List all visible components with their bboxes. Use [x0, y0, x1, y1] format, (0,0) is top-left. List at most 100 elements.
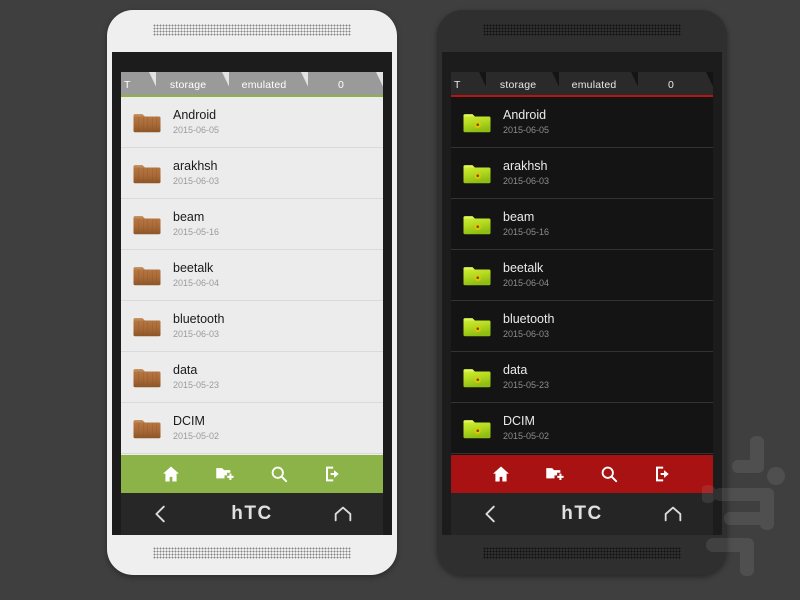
- bottom-speaker-grille: [483, 547, 681, 559]
- earpiece-speaker-grille: [483, 24, 681, 36]
- breadcrumb-item-storage[interactable]: storage: [485, 72, 565, 97]
- breadcrumb-item-emulated[interactable]: emulated: [229, 72, 313, 97]
- file-name: beetalk: [173, 261, 214, 276]
- file-list-item[interactable]: bluetooth 2015-06-03: [451, 301, 713, 352]
- htc-navigation-bar[interactable]: hTC: [121, 493, 383, 535]
- back-chevron-icon[interactable]: [480, 503, 502, 525]
- wooden-folder-icon: [132, 212, 162, 237]
- file-date: 2015-05-16: [173, 227, 220, 238]
- green-folder-icon: [462, 314, 492, 339]
- file-list-item[interactable]: DCIM 2015-05-02: [121, 403, 383, 454]
- exit-icon[interactable]: [653, 464, 673, 484]
- new-folder-icon[interactable]: [215, 464, 235, 484]
- file-name: arakhsh: [173, 159, 218, 174]
- file-date: 2015-05-02: [173, 431, 220, 442]
- file-date: 2015-06-04: [503, 278, 550, 289]
- app-viewport: T storage emulated 0 Android 2015-06-05 …: [121, 72, 383, 493]
- file-list-item[interactable]: beam 2015-05-16: [451, 199, 713, 250]
- file-meta: beetalk 2015-06-04: [503, 261, 549, 288]
- breadcrumb-item-0[interactable]: 0: [307, 72, 383, 97]
- exit-icon[interactable]: [323, 464, 343, 484]
- home-outline-icon[interactable]: [332, 503, 354, 525]
- file-list-item[interactable]: Android 2015-06-05: [451, 97, 713, 148]
- file-name: beam: [173, 210, 205, 225]
- file-date: 2015-06-04: [173, 278, 220, 289]
- file-name: data: [503, 363, 528, 378]
- bottom-speaker-grille: [153, 547, 351, 559]
- search-icon[interactable]: [599, 464, 619, 484]
- file-meta: DCIM 2015-05-02: [173, 414, 219, 441]
- file-meta: Android 2015-06-05: [173, 108, 219, 135]
- wooden-folder-icon: [132, 263, 162, 288]
- phone-screen: T storage emulated 0 Android 2015-06-05 …: [112, 52, 392, 535]
- wooden-folder-icon: [132, 110, 162, 135]
- breadcrumb-label: 0: [667, 78, 674, 91]
- search-icon[interactable]: [269, 464, 289, 484]
- green-folder-icon: [462, 416, 492, 441]
- file-list-item[interactable]: bluetooth 2015-06-03: [121, 301, 383, 352]
- file-list-item[interactable]: data 2015-05-23: [121, 352, 383, 403]
- file-date: 2015-06-05: [173, 125, 220, 136]
- file-list-item[interactable]: beam 2015-05-16: [121, 199, 383, 250]
- file-meta: beam 2015-05-16: [173, 210, 219, 237]
- breadcrumb[interactable]: T storage emulated 0: [451, 72, 713, 97]
- file-name: DCIM: [503, 414, 535, 429]
- breadcrumb-item-0[interactable]: 0: [637, 72, 713, 97]
- file-list-item[interactable]: beetalk 2015-06-04: [451, 250, 713, 301]
- file-list-item[interactable]: DCIM 2015-05-02: [451, 403, 713, 454]
- breadcrumb-label: emulated: [571, 78, 617, 91]
- app-toolbar: [451, 455, 713, 493]
- file-date: 2015-06-03: [173, 176, 220, 187]
- file-name: Android: [173, 108, 217, 123]
- app-viewport: T storage emulated 0 Android 2015-06-05: [451, 72, 713, 493]
- breadcrumb-label: T: [124, 78, 131, 91]
- file-date: 2015-05-02: [503, 431, 550, 442]
- new-folder-icon[interactable]: [545, 464, 565, 484]
- file-meta: data 2015-05-23: [503, 363, 549, 390]
- wooden-folder-icon: [132, 416, 162, 441]
- breadcrumb-label: storage: [169, 78, 207, 91]
- breadcrumb-accent-rule: [451, 95, 713, 97]
- file-name: bluetooth: [503, 312, 555, 327]
- file-name: Android: [503, 108, 547, 123]
- earpiece-speaker-grille: [153, 24, 351, 36]
- home-outline-icon[interactable]: [662, 503, 684, 525]
- home-icon[interactable]: [491, 464, 511, 484]
- file-meta: data 2015-05-23: [173, 363, 219, 390]
- breadcrumb-label: T: [454, 78, 461, 91]
- phone-screen: T storage emulated 0 Android 2015-06-05: [442, 52, 722, 535]
- phone-device-dark: T storage emulated 0 Android 2015-06-05: [437, 10, 727, 575]
- file-list-item[interactable]: beetalk 2015-06-04: [121, 250, 383, 301]
- file-name: beetalk: [503, 261, 544, 276]
- green-folder-icon: [462, 110, 492, 135]
- back-chevron-icon[interactable]: [150, 503, 172, 525]
- file-meta: arakhsh 2015-06-03: [173, 159, 219, 186]
- file-meta: arakhsh 2015-06-03: [503, 159, 549, 186]
- file-list[interactable]: Android 2015-06-05 arakhsh 2015-06-03 beam…: [451, 97, 713, 455]
- wooden-folder-icon: [132, 365, 162, 390]
- breadcrumb-label: emulated: [241, 78, 287, 91]
- file-list-item[interactable]: Android 2015-06-05: [121, 97, 383, 148]
- file-name: data: [173, 363, 198, 378]
- app-toolbar: [121, 455, 383, 493]
- green-folder-icon: [462, 161, 492, 186]
- home-icon[interactable]: [161, 464, 181, 484]
- breadcrumb-item-storage[interactable]: storage: [155, 72, 235, 97]
- file-meta: Android 2015-06-05: [503, 108, 549, 135]
- file-meta: beam 2015-05-16: [503, 210, 549, 237]
- breadcrumb[interactable]: T storage emulated 0: [121, 72, 383, 97]
- breadcrumb-item-t[interactable]: T: [121, 72, 161, 97]
- file-list-item[interactable]: arakhsh 2015-06-03: [451, 148, 713, 199]
- green-folder-icon: [462, 365, 492, 390]
- breadcrumb-item-t[interactable]: T: [451, 72, 491, 97]
- file-date: 2015-06-05: [503, 125, 550, 136]
- htc-navigation-bar[interactable]: hTC: [451, 493, 713, 535]
- file-list-item[interactable]: data 2015-05-23: [451, 352, 713, 403]
- file-date: 2015-05-16: [503, 227, 550, 238]
- breadcrumb-accent-rule: [121, 95, 383, 97]
- file-list-item[interactable]: arakhsh 2015-06-03: [121, 148, 383, 199]
- file-list[interactable]: Android 2015-06-05 arakhsh 2015-06-03 be…: [121, 97, 383, 455]
- file-meta: bluetooth 2015-06-03: [173, 312, 224, 339]
- breadcrumb-item-emulated[interactable]: emulated: [559, 72, 643, 97]
- htc-brand-logo: hTC: [231, 503, 273, 524]
